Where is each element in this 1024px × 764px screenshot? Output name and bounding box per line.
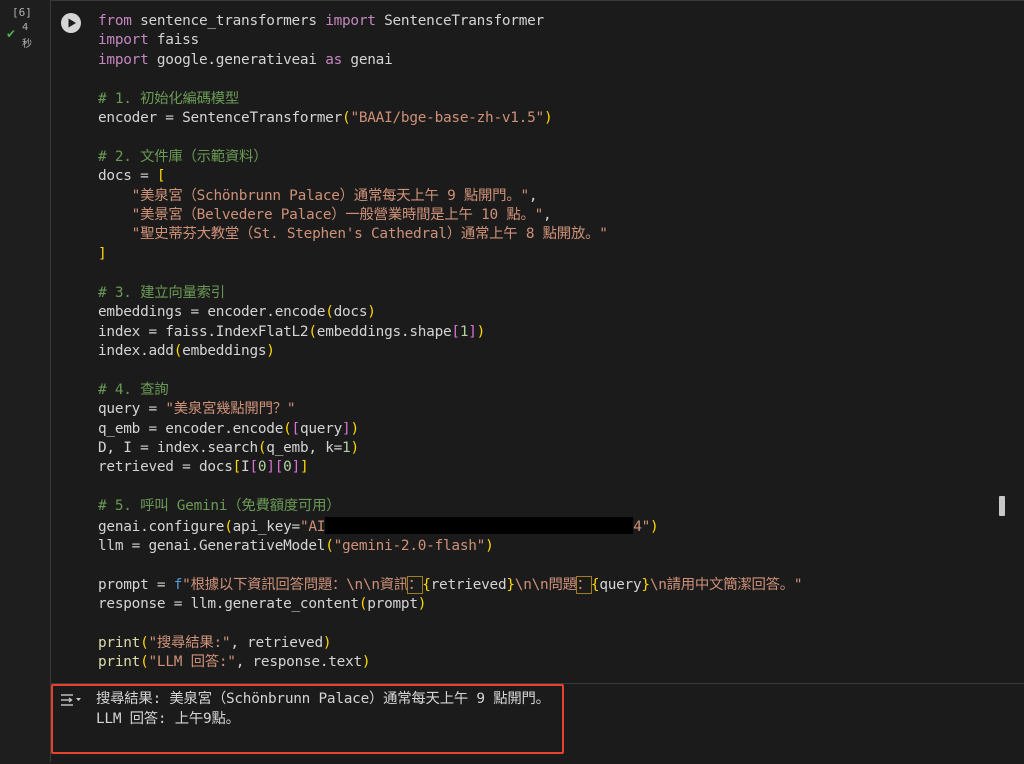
code-line: embeddings = encoder.encode(docs) bbox=[98, 304, 376, 321]
check-icon: ✔ bbox=[6, 27, 17, 41]
code-line: docs = [ bbox=[98, 168, 166, 185]
output-line: 搜尋結果: 美泉宮（Schönbrunn Palace）通常每天上午 9 點開門… bbox=[96, 691, 550, 707]
code-token: as bbox=[325, 51, 343, 68]
code-token: import bbox=[98, 51, 149, 68]
code-line: import google.generativeai as genai bbox=[98, 51, 393, 68]
cell-gutter: [6] ✔ 4 秒 bbox=[0, 0, 50, 762]
code-token: import bbox=[98, 32, 149, 49]
run-cell-button[interactable] bbox=[61, 13, 81, 33]
code-string: "美泉宮（Schönbrunn Palace）通常每天上午 9 點開門。" bbox=[131, 187, 529, 204]
code-line: D, I = index.search(q_emb, k=1) bbox=[98, 439, 359, 456]
code-cell[interactable]: from sentence_transformers import Senten… bbox=[50, 0, 1024, 764]
execution-time-unit: 秒 bbox=[22, 39, 32, 50]
code-line: llm = genai.GenerativeModel("gemini-2.0-… bbox=[98, 537, 494, 554]
execution-time-value: 4 bbox=[22, 22, 29, 33]
code-line: encoder = SentenceTransformer("BAAI/bge-… bbox=[98, 110, 553, 127]
code-line: print("LLM 回答:", response.text) bbox=[98, 654, 371, 671]
code-line: retrieved = docs[I[0][0]] bbox=[98, 459, 309, 476]
code-comment: # 2. 文件庫（示範資料） bbox=[98, 148, 268, 165]
code-string: "聖史蒂芬大教堂（St. Stephen's Cathedral）通常上午 8 … bbox=[131, 226, 608, 243]
code-line: from sentence_transformers import Senten… bbox=[98, 13, 544, 29]
code-line: print("搜尋結果:", retrieved) bbox=[98, 635, 332, 651]
output-text: 搜尋結果: 美泉宮（Schönbrunn Palace）通常每天上午 9 點開門… bbox=[96, 689, 550, 729]
code-line: q_emb = encoder.encode([query]) bbox=[98, 420, 359, 437]
code-line: index = faiss.IndexFlatL2(embeddings.sha… bbox=[98, 323, 486, 340]
code-editor[interactable]: from sentence_transformers import Senten… bbox=[98, 12, 803, 673]
code-line: prompt = f"根據以下資訊回答問題：\n\n資訊：{retrieved}… bbox=[98, 575, 803, 594]
execution-count: [6] bbox=[12, 6, 32, 19]
output-line: LLM 回答: 上午9點。 bbox=[96, 711, 240, 727]
code-comment: # 3. 建立向量索引 bbox=[98, 284, 225, 301]
code-line: index.add(embeddings) bbox=[98, 342, 275, 359]
code-string: "美景宮（Belvedere Palace）一般營業時間是上午 10 點。" bbox=[131, 207, 544, 224]
execution-status: ✔ 4 秒 bbox=[6, 22, 46, 50]
code-comment: # 1. 初始化編碼模型 bbox=[98, 90, 240, 107]
code-comment: # 5. 呼叫 Gemini（免費額度可用） bbox=[98, 498, 341, 515]
play-circle-icon bbox=[68, 18, 76, 28]
code-line: query = "美泉宮幾點開門？" bbox=[98, 401, 296, 418]
code-comment: # 4. 查詢 bbox=[98, 381, 169, 398]
code-line: genai.configure(api_key="AI 4") bbox=[98, 516, 659, 535]
code-token: import bbox=[325, 13, 376, 29]
code-line: response = llm.generate_content(prompt) bbox=[98, 596, 427, 613]
code-line: import faiss bbox=[98, 32, 199, 49]
editor-scrollbar-thumb[interactable] bbox=[999, 496, 1005, 516]
code-token: from bbox=[98, 13, 132, 29]
redacted-api-key bbox=[325, 516, 634, 534]
cell-output: 搜尋結果: 美泉宮（Schönbrunn Palace）通常每天上午 9 點開門… bbox=[51, 683, 1024, 764]
output-toggle-icon[interactable] bbox=[59, 692, 83, 708]
